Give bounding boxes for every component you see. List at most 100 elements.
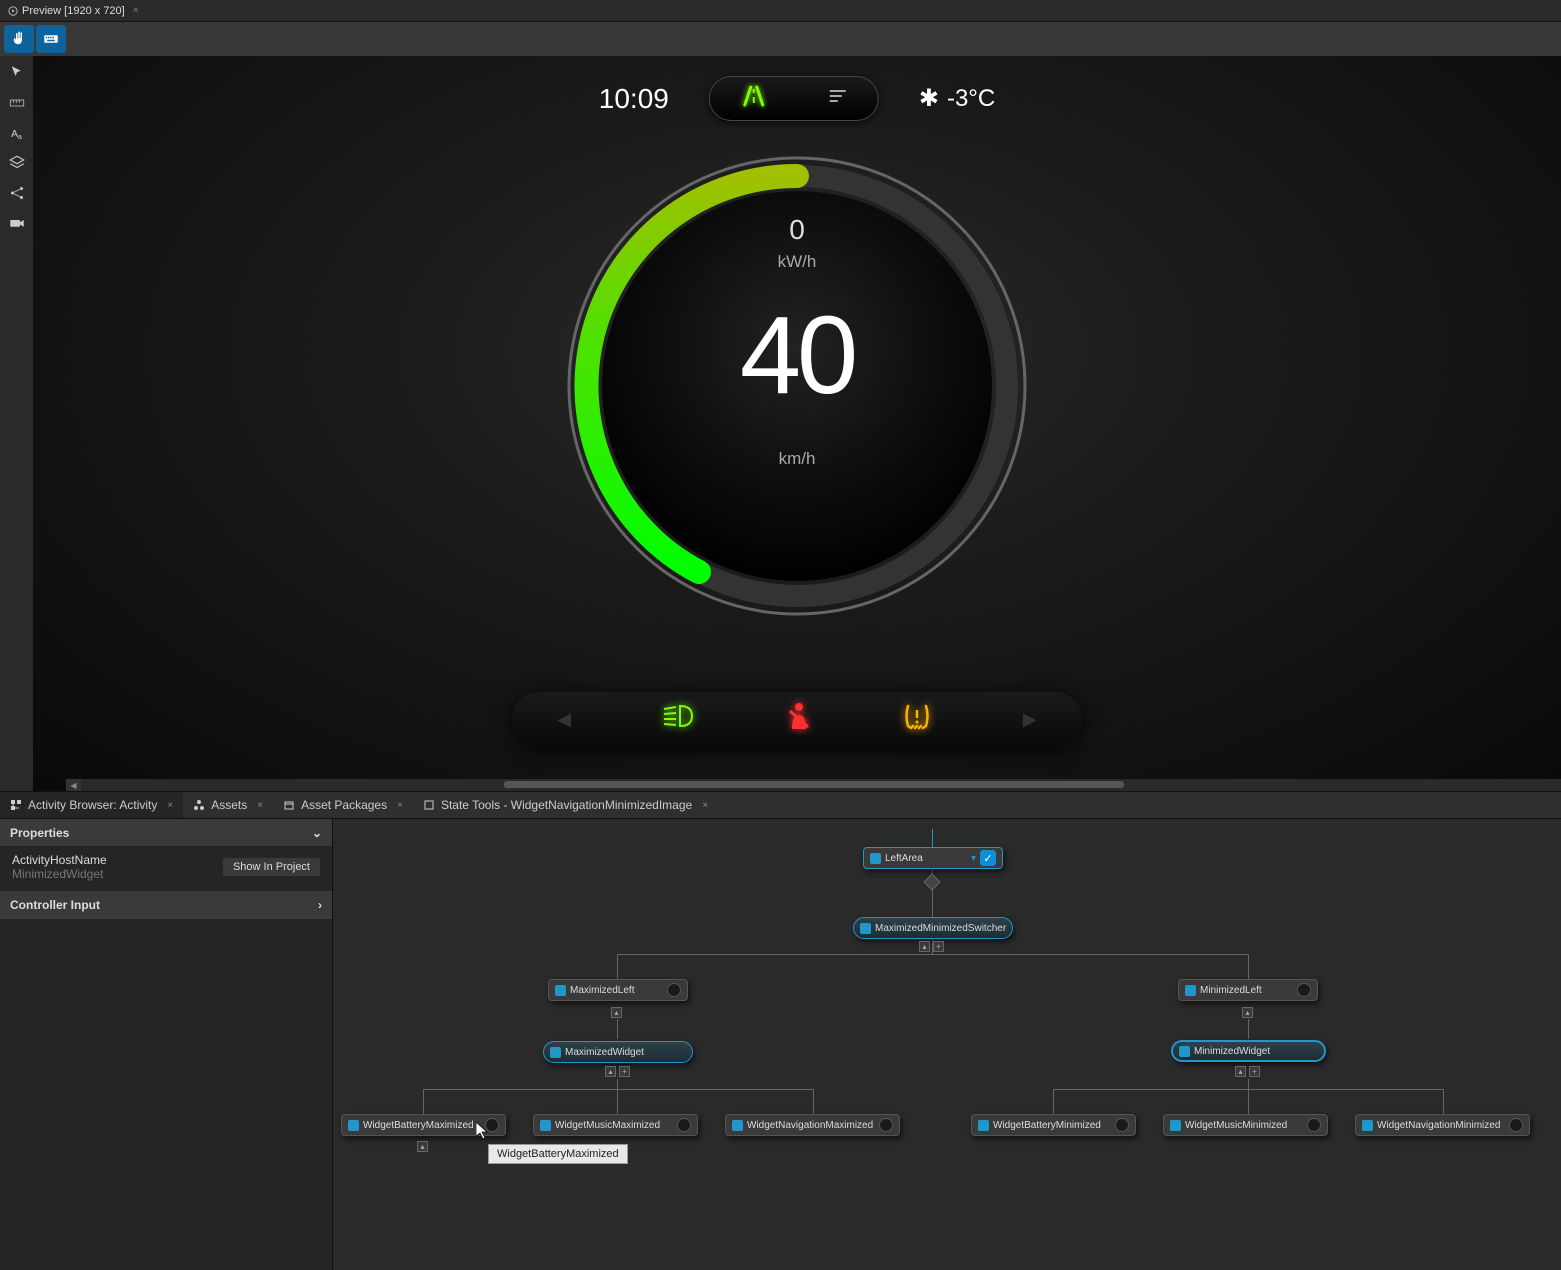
node-icon (555, 985, 566, 996)
status-dot (1509, 1118, 1523, 1132)
side-toolbar: Aa (0, 56, 33, 791)
node-label: MaximizedWidget (565, 1047, 644, 1058)
state-icon (423, 799, 435, 811)
connector-diamond[interactable] (924, 874, 941, 891)
node-label: WidgetMusicMinimized (1185, 1120, 1287, 1131)
package-icon (283, 799, 295, 811)
status-dot (1297, 983, 1311, 997)
add-button[interactable]: + (619, 1066, 630, 1077)
preview-tab[interactable]: Preview [1920 x 720] × (0, 5, 147, 17)
node-icon (550, 1047, 561, 1058)
status-dot (667, 983, 681, 997)
clock-display: 10:09 (599, 83, 669, 115)
status-dot (879, 1118, 893, 1132)
layers-icon[interactable] (8, 154, 26, 172)
collapse-button[interactable]: ▴ (1242, 1007, 1253, 1018)
show-in-project-button[interactable]: Show In Project (223, 858, 320, 876)
pointer-icon[interactable] (8, 64, 26, 82)
node-minimized-widget[interactable]: MinimizedWidget (1171, 1040, 1326, 1062)
node-icon (870, 853, 881, 864)
properties-title: Properties (10, 826, 69, 840)
close-icon[interactable]: × (257, 800, 263, 811)
collapse-button[interactable]: ▴ (417, 1141, 428, 1152)
next-icon[interactable]: ▶ (1023, 709, 1037, 730)
node-widget-navigation-minimized[interactable]: WidgetNavigationMinimized (1355, 1114, 1530, 1136)
close-icon[interactable]: × (167, 800, 173, 811)
controller-input-header[interactable]: Controller Input › (0, 891, 332, 919)
touch-tool-button[interactable] (4, 25, 34, 53)
collapse-button[interactable]: ▴ (611, 1007, 622, 1018)
node-switcher[interactable]: MaximizedMinimizedSwitcher (853, 917, 1013, 939)
collapse-button[interactable]: ▴ (605, 1066, 616, 1077)
node-label: WidgetNavigationMinimized (1377, 1120, 1500, 1131)
collapse-button[interactable]: ▴ (1235, 1066, 1246, 1077)
share-icon[interactable] (8, 184, 26, 202)
prev-icon[interactable]: ◀ (557, 709, 571, 730)
scroll-left-button[interactable]: ◀ (66, 779, 81, 791)
seatbelt-icon (786, 701, 812, 738)
node-maximized-widget[interactable]: MaximizedWidget (543, 1041, 693, 1063)
hand-icon (10, 30, 28, 48)
preview-viewport[interactable]: 10:09 ✱ -3°C (33, 56, 1561, 791)
scrollbar-thumb[interactable] (504, 781, 1124, 788)
keyboard-icon (42, 30, 60, 48)
dashboard-top-bar: 10:09 ✱ -3°C (599, 76, 995, 121)
node-icon (348, 1120, 359, 1131)
close-icon[interactable]: × (397, 800, 403, 811)
temperature-display: ✱ -3°C (919, 84, 995, 113)
tab-label: State Tools - WidgetNavigationMinimizedI… (441, 798, 692, 812)
power-unit: kW/h (778, 252, 817, 272)
keyboard-tool-button[interactable] (36, 25, 66, 53)
tab-label: Assets (211, 798, 247, 812)
node-icon (1170, 1120, 1181, 1131)
node-label: MaximizedMinimizedSwitcher (875, 923, 1006, 934)
tab-state-tools[interactable]: State Tools - WidgetNavigationMinimizedI… (413, 792, 718, 818)
node-widget-battery-minimized[interactable]: WidgetBatteryMinimized (971, 1114, 1136, 1136)
property-label: ActivityHostName (12, 853, 107, 867)
activity-icon (10, 799, 22, 811)
node-widget-battery-maximized[interactable]: WidgetBatteryMaximized (341, 1114, 506, 1136)
node-label: MinimizedWidget (1194, 1046, 1270, 1057)
node-widget-music-maximized[interactable]: WidgetMusicMaximized (533, 1114, 698, 1136)
tooltip: WidgetBatteryMaximized (488, 1144, 628, 1164)
add-button[interactable]: + (933, 941, 944, 952)
camera-icon[interactable] (8, 214, 26, 232)
tab-assets[interactable]: Assets × (183, 792, 273, 818)
node-icon (540, 1120, 551, 1131)
lane-assist-icon (740, 85, 766, 113)
node-label: MinimizedLeft (1200, 985, 1262, 996)
indicator-bar: ◀ ▶ (512, 692, 1082, 746)
node-minimized-left[interactable]: MinimizedLeft (1178, 979, 1318, 1001)
node-icon (1362, 1120, 1373, 1131)
tab-asset-packages[interactable]: Asset Packages × (273, 792, 413, 818)
mode-pill[interactable] (709, 76, 879, 121)
top-tab-bar: Preview [1920 x 720] × (0, 0, 1561, 22)
headlight-icon (662, 703, 696, 736)
activity-graph[interactable]: LeftArea ▾ ✓ MaximizedMinimizedSwitcher … (333, 819, 1561, 1270)
node-maximized-left[interactable]: MaximizedLeft (548, 979, 688, 1001)
tab-label: Activity Browser: Activity (28, 798, 157, 812)
close-icon[interactable]: × (702, 800, 708, 811)
close-icon[interactable]: × (133, 5, 139, 16)
status-dot (485, 1118, 499, 1132)
properties-header[interactable]: Properties ⌄ (0, 819, 332, 847)
node-left-area[interactable]: LeftArea ▾ ✓ (863, 847, 1003, 869)
collapse-button[interactable]: ▴ (919, 941, 930, 952)
node-widget-navigation-maximized[interactable]: WidgetNavigationMaximized (725, 1114, 900, 1136)
node-label: WidgetMusicMaximized (555, 1120, 660, 1131)
tire-pressure-icon (902, 702, 932, 737)
snowflake-icon: ✱ (919, 84, 939, 113)
speed-gauge: 0 kW/h 40 km/h (557, 146, 1037, 626)
assets-icon (193, 799, 205, 811)
text-icon[interactable]: Aa (8, 124, 26, 142)
svg-text:A: A (11, 128, 18, 140)
tab-activity-browser[interactable]: Activity Browser: Activity × (0, 792, 183, 818)
node-widget-music-minimized[interactable]: WidgetMusicMinimized (1163, 1114, 1328, 1136)
chevron-down-icon: ⌄ (312, 826, 322, 840)
horizontal-scrollbar[interactable]: ◀ (66, 779, 1561, 791)
ruler-icon[interactable] (8, 94, 26, 112)
add-button[interactable]: + (1249, 1066, 1260, 1077)
node-icon (1185, 985, 1196, 996)
preview-tab-label: Preview [1920 x 720] (22, 5, 125, 17)
check-icon[interactable]: ✓ (980, 850, 996, 866)
